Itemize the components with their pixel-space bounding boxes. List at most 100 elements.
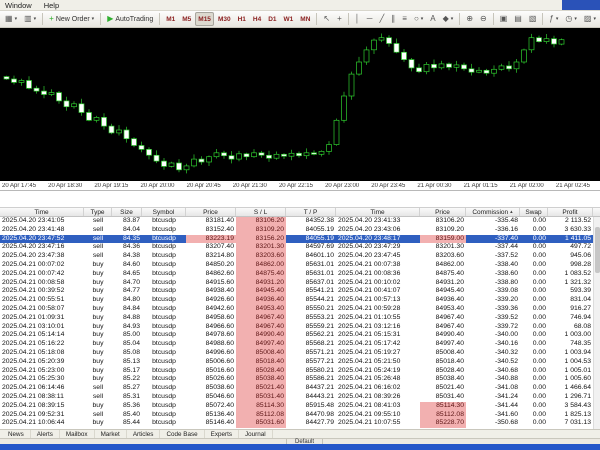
cell-stop-loss: 85018.40 <box>236 358 286 367</box>
cell-take-profit: 85562.21 <box>286 331 336 340</box>
cascade-windows-button[interactable]: ▤ <box>511 12 525 26</box>
tab-journal[interactable]: Journal <box>239 430 273 438</box>
column-header-take-profit[interactable]: T / P <box>286 208 336 216</box>
new-order-button[interactable]: +New Order▾ <box>46 12 97 26</box>
timeframe-m30-button[interactable]: M30 <box>215 12 234 26</box>
tab-articles[interactable]: Articles <box>127 430 161 438</box>
cell-profit: 68.08 <box>548 323 593 332</box>
history-row[interactable]: 2025.04.21 06:14:46sell85.27btcusdp85038… <box>0 384 600 393</box>
tab-experts[interactable]: Experts <box>205 430 239 438</box>
column-header-open-price[interactable]: Price <box>186 208 236 216</box>
cell-open-time: 2025.04.21 09:52:31 <box>0 411 84 420</box>
arrow-style-button[interactable]: ◆▾ <box>440 12 457 26</box>
history-rows: 2025.04.20 23:41:05sell83.87btcusdp83181… <box>0 217 600 428</box>
cursor-button[interactable]: ↖ <box>320 12 333 26</box>
timeframe-h4-button[interactable]: H4 <box>250 12 264 26</box>
timeframe-h1-button[interactable]: H1 <box>235 12 249 26</box>
history-row[interactable]: 2025.04.21 00:55:51buy84.80btcusdp84926.… <box>0 296 600 305</box>
history-row[interactable]: 2025.04.21 09:52:31sell85.40btcusdp85136… <box>0 411 600 420</box>
new-chart-button[interactable]: ▦▾ <box>2 12 20 26</box>
history-row[interactable]: 2025.04.21 05:16:22buy85.04btcusdp84988.… <box>0 340 600 349</box>
history-row[interactable]: 2025.04.21 05:14:14buy85.00btcusdp84978.… <box>0 331 600 340</box>
column-header-type[interactable]: Type <box>84 208 112 216</box>
cell-swap: 0.00 <box>520 375 548 384</box>
timeframe-mn-button[interactable]: MN <box>297 12 313 26</box>
history-row[interactable]: 2025.04.20 23:47:38sell84.38btcusdp83214… <box>0 252 600 261</box>
indicators-button[interactable]: ƒ▾ <box>546 12 561 26</box>
history-row[interactable]: 2025.04.21 03:10:01buy84.93btcusdp84966.… <box>0 323 600 332</box>
tile-windows-button[interactable]: ▣ <box>497 12 511 26</box>
column-header-stop-loss[interactable]: S / L <box>236 208 286 216</box>
menu-item-help[interactable]: Help <box>44 1 59 10</box>
history-row[interactable]: 2025.04.21 00:58:07buy84.84btcusdp84942.… <box>0 305 600 314</box>
channel-button[interactable]: ∥ <box>388 12 398 26</box>
timeframe-m5-button[interactable]: M5 <box>179 12 194 26</box>
history-row[interactable]: 2025.04.21 05:18:08buy85.08btcusdp84996.… <box>0 349 600 358</box>
history-row[interactable]: 2025.04.20 23:41:05sell83.87btcusdp83181… <box>0 217 600 226</box>
history-row[interactable]: 2025.04.21 01:09:31buy84.88btcusdp84958.… <box>0 314 600 323</box>
history-row[interactable]: 2025.04.21 00:07:02buy84.60btcusdp84850.… <box>0 261 600 270</box>
timeframe-m15-button[interactable]: M15 <box>195 12 214 26</box>
table-scrollbar[interactable] <box>593 217 600 429</box>
history-row[interactable]: 2025.04.21 00:39:52buy84.77btcusdp84938.… <box>0 287 600 296</box>
tab-market[interactable]: Market <box>95 430 127 438</box>
cell-symbol: btcusdp <box>142 340 186 349</box>
templates-button[interactable]: ▨▾ <box>581 12 599 26</box>
history-row[interactable]: 2025.04.20 23:47:16sell84.36btcusdp83207… <box>0 243 600 252</box>
column-header-label: Time <box>34 209 48 216</box>
history-row[interactable]: 2025.04.20 23:41:48sell84.04btcusdp83152… <box>0 226 600 235</box>
column-header-size[interactable]: Size <box>112 208 142 216</box>
history-row[interactable]: 2025.04.21 00:08:58buy84.70btcusdp84915.… <box>0 279 600 288</box>
history-row[interactable]: 2025.04.20 23:47:52sell84.35btcusdp83223… <box>0 235 600 244</box>
timeframe-m1-button[interactable]: M1 <box>163 12 178 26</box>
history-row[interactable]: 2025.04.21 05:25:30buy85.22btcusdp85026.… <box>0 375 600 384</box>
cell-swap: 0.00 <box>520 314 548 323</box>
shapes-button[interactable]: ○▾ <box>411 12 426 26</box>
tab-news[interactable]: News <box>2 430 31 438</box>
tab-code-base[interactable]: Code Base <box>160 430 204 438</box>
price-chart[interactable] <box>0 28 600 181</box>
menu-item-window[interactable]: Window <box>5 1 32 10</box>
history-row[interactable]: 2025.04.21 10:06:44buy85.44btcusdp85146.… <box>0 419 600 428</box>
arrange-charts-button[interactable]: ▧ <box>526 12 540 26</box>
periods-button[interactable]: ◷▾ <box>562 12 580 26</box>
zoom-out-button[interactable]: ⊖ <box>477 12 490 26</box>
history-row[interactable]: 2025.04.21 00:07:42buy84.65btcusdp84862.… <box>0 270 600 279</box>
scrollbar-thumb[interactable] <box>595 227 600 273</box>
cell-type: buy <box>84 358 112 367</box>
tab-alerts[interactable]: Alerts <box>31 430 60 438</box>
column-header-open-time[interactable]: Time <box>0 208 84 216</box>
cell-close-price: 84967.40 <box>420 323 466 332</box>
horizontal-line-icon: ─ <box>367 15 373 23</box>
vertical-line-button[interactable]: │ <box>352 12 363 26</box>
trendline-button[interactable]: ╱ <box>376 12 387 26</box>
history-row[interactable]: 2025.04.21 05:20:39buy85.13btcusdp85006.… <box>0 358 600 367</box>
zoom-in-button[interactable]: ⊕ <box>463 12 476 26</box>
text-button[interactable]: A <box>427 12 438 26</box>
toolbar-separator <box>348 13 349 25</box>
tab-mailbox[interactable]: Mailbox <box>60 430 95 438</box>
history-row[interactable]: 2025.04.21 08:38:11sell85.31btcusdp85046… <box>0 393 600 402</box>
time-axis-label: 21 Apr 02:00 <box>508 183 554 189</box>
crosshair-button[interactable]: + <box>334 12 345 26</box>
column-header-close-time[interactable]: Time <box>336 208 420 216</box>
cell-close-time: 2025.04.21 03:12:16 <box>336 323 420 332</box>
timeframe-d1-button[interactable]: D1 <box>265 12 279 26</box>
timeframe-w1-button[interactable]: W1 <box>281 12 297 26</box>
history-row[interactable]: 2025.04.21 08:39:15buy85.36btcusdp85072.… <box>0 402 600 411</box>
column-header-close-price[interactable]: Price <box>420 208 466 216</box>
cell-take-profit: 84597.69 <box>286 243 336 252</box>
cell-close-time: 2025.04.21 10:07:55 <box>336 419 420 428</box>
column-header-profit[interactable]: Profit <box>548 208 593 216</box>
history-row[interactable]: 2025.04.21 05:23:00buy85.17btcusdp85016.… <box>0 367 600 376</box>
horizontal-line-button[interactable]: ─ <box>364 12 376 26</box>
panel-splitter[interactable] <box>0 191 600 207</box>
cell-open-price: 84850.20 <box>186 261 236 270</box>
autotrading-button[interactable]: ▶AutoTrading <box>104 12 156 26</box>
column-header-commission[interactable]: Commission▴ <box>466 208 520 216</box>
column-header-label: Swap <box>525 209 541 216</box>
profiles-button[interactable]: ▥▾ <box>21 12 39 26</box>
column-header-symbol[interactable]: Symbol <box>142 208 186 216</box>
fibonacci-button[interactable]: ≡ <box>399 12 410 26</box>
column-header-swap[interactable]: Swap <box>520 208 548 216</box>
